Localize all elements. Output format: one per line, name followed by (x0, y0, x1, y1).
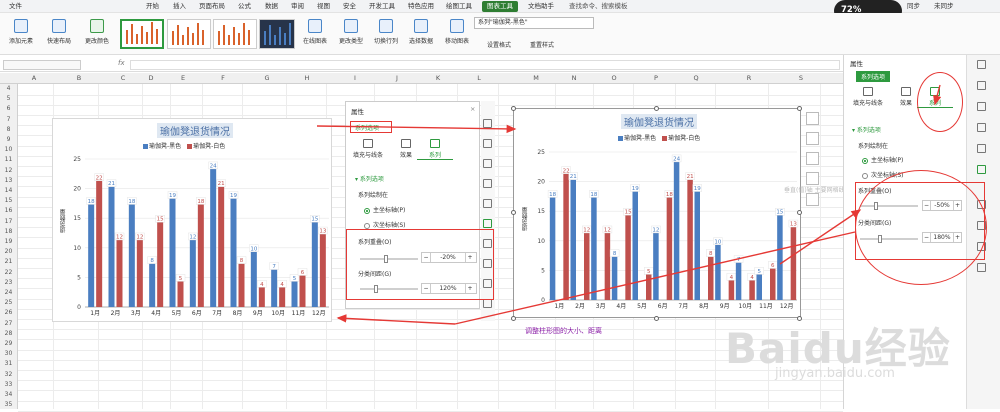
arrow-to-chart (316, 124, 517, 134)
arrow-to-panel (779, 209, 862, 265)
annotation-text: 调整柱形图的大小、距离 (525, 327, 602, 335)
arrow-line-right (454, 231, 856, 325)
watermark-url: jingyan.baidu.com (775, 366, 895, 381)
arrow-to-left-chart (336, 314, 456, 325)
arrow-to-series-tab (933, 84, 942, 106)
